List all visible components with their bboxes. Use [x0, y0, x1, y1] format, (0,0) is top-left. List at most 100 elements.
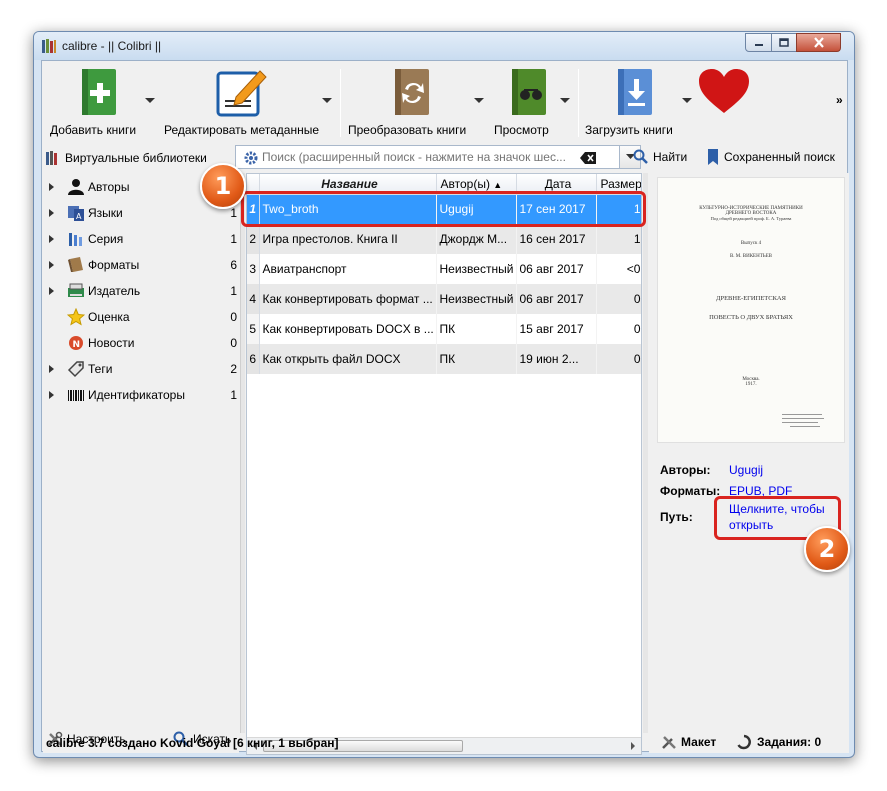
book-author-cell[interactable]: ПК	[436, 314, 517, 344]
splitter-right[interactable]	[643, 173, 648, 733]
book-row[interactable]: 4 Как конвертировать формат ... Неизвестны…	[247, 284, 641, 314]
tag-browser-item-label: Языки	[88, 206, 123, 220]
tag-browser-item[interactable]: Идентификаторы 1	[43, 382, 239, 408]
cover-text-issue: Выпуск 4	[740, 241, 762, 246]
tag-browser-item-label: Издатель	[88, 284, 141, 298]
book-date-cell[interactable]: 06 авг 2017	[516, 254, 597, 284]
book-author-cell[interactable]: Джордж М...	[436, 224, 517, 254]
title-bar[interactable]: calibre - || Colibri ||	[34, 32, 854, 60]
publisher-icon	[67, 282, 85, 300]
book-title-cell[interactable]: Авиатранспорт	[259, 254, 437, 284]
book-date-cell[interactable]: 06 авг 2017	[516, 284, 597, 314]
book-author-cell[interactable]: Неизвестный	[436, 254, 517, 284]
download-books-label[interactable]: Загрузить книги	[585, 123, 673, 137]
book-title-cell[interactable]: Как конвертировать формат ...	[259, 284, 437, 314]
heart-icon	[699, 69, 749, 113]
calibre-window: calibre - || Colibri || Добавить книги Р…	[33, 31, 855, 758]
jobs-button[interactable]: Задания: 0	[736, 734, 821, 750]
tag-browser-item[interactable]: N Новости 0	[43, 330, 239, 356]
tag-browser-item[interactable]: Форматы 6	[43, 252, 239, 278]
book-title-cell[interactable]: Как конвертировать DOCX в ...	[259, 314, 437, 344]
book-author-cell[interactable]: Неизвестный	[436, 284, 517, 314]
toolbar-separator	[578, 69, 579, 137]
book-row[interactable]: 3АвиатранспортНеизвестный06 авг 2017<0.1	[247, 254, 641, 284]
book-date-cell[interactable]: 19 июн 2...	[516, 344, 597, 374]
edit-metadata-menu-arrow[interactable]	[322, 98, 332, 103]
view-book-icon	[512, 69, 546, 115]
maximize-button[interactable]	[771, 33, 797, 52]
tag-browser-item[interactable]: Серия 1	[43, 226, 239, 252]
expand-arrow-icon[interactable]	[49, 391, 54, 399]
tag-browser-item[interactable]: Издатель 1	[43, 278, 239, 304]
cover-text-title: ПОВЕСТЬ О ДВУХ БРАТЬЯХ	[709, 314, 793, 321]
book-row-number[interactable]: 4	[247, 284, 260, 314]
tag-browser: Авторы A Языки 1 Серия 1 Форматы 6 Издатель 1 Оцен…	[43, 173, 239, 753]
convert-books-label[interactable]: Преобразовать книги	[348, 123, 466, 137]
tag-browser-item-label: Серия	[88, 232, 124, 246]
expand-arrow-icon[interactable]	[49, 235, 54, 243]
book-row[interactable]: 5 Как конвертировать DOCX в ... ПК 15 авг 2…	[247, 314, 641, 344]
book-title-cell[interactable]: Игра престолов. Книга II	[259, 224, 437, 254]
svg-text:N: N	[73, 340, 81, 350]
book-size-cell[interactable]: <0.1	[596, 254, 641, 284]
bookmark-icon	[708, 149, 718, 165]
clear-search-icon[interactable]	[580, 152, 596, 164]
download-books-menu-arrow[interactable]	[682, 98, 692, 103]
person-icon	[67, 178, 85, 196]
book-list: Название Автор(ы) ▲ Дата Размер (М 1Two_…	[246, 173, 642, 755]
book-date-cell[interactable]: 16 сен 2017	[516, 224, 597, 254]
book-size-cell[interactable]: 0.1	[596, 314, 641, 344]
tag-browser-item-label: Оценка	[88, 310, 130, 324]
book-size-cell[interactable]: 0.1	[596, 344, 641, 374]
virtual-libraries-button[interactable]: Виртуальные библиотеки	[45, 146, 207, 170]
book-row-number[interactable]: 6	[247, 344, 260, 374]
view-label[interactable]: Просмотр	[494, 123, 549, 137]
close-button[interactable]	[796, 33, 841, 52]
tag-browser-item-count: 1	[230, 284, 237, 298]
edit-metadata-label[interactable]: Редактировать метаданные	[164, 123, 319, 137]
toolbar-overflow-button[interactable]: »	[836, 93, 843, 107]
book-size-cell[interactable]: 1.4	[596, 224, 641, 254]
saved-search-label: Сохраненный поиск	[724, 150, 835, 164]
expand-arrow-icon[interactable]	[49, 183, 54, 191]
cover-text-subtitle: ДРЕВНЕ-ЕГИПЕТСКАЯ	[716, 295, 786, 302]
tag-browser-item[interactable]: Теги 2	[43, 356, 239, 382]
expand-arrow-icon[interactable]	[49, 287, 54, 295]
saved-search-button[interactable]: Сохраненный поиск	[708, 149, 835, 165]
tag-browser-item[interactable]: Оценка 0	[43, 304, 239, 330]
search-field[interactable]	[235, 145, 620, 169]
view-menu-arrow[interactable]	[560, 98, 570, 103]
gear-icon[interactable]	[244, 151, 258, 165]
authors-link[interactable]: Ugugij	[729, 463, 763, 477]
book-author-cell[interactable]: ПК	[436, 344, 517, 374]
expand-arrow-icon[interactable]	[49, 365, 54, 373]
book-date-cell[interactable]: 15 авг 2017	[516, 314, 597, 344]
expand-arrow-icon[interactable]	[49, 261, 54, 269]
minimize-button[interactable]	[745, 33, 772, 52]
cover-text-year: 1917.	[745, 382, 757, 387]
book-row[interactable]: 6Как открыть файл DOCXПК19 июн 2...0.1	[247, 344, 641, 374]
book-row-number[interactable]: 2	[247, 224, 260, 254]
add-books-menu-arrow[interactable]	[145, 98, 155, 103]
layout-label: Макет	[681, 735, 717, 749]
tag-browser-item-count: 6	[230, 258, 237, 272]
book-size-cell[interactable]: 0.1	[596, 284, 641, 314]
layout-button[interactable]: Макет	[661, 734, 716, 750]
book-cover[interactable]: КУЛЬТУРНО-ИСТОРИЧЕСКИЕ ПАМЯТНИКИ ДРЕВНЕГ…	[657, 177, 845, 443]
find-button[interactable]: Найти	[633, 149, 687, 165]
tools-icon	[662, 736, 676, 749]
convert-books-menu-arrow[interactable]	[474, 98, 484, 103]
star-icon	[66, 307, 86, 326]
book-row-number[interactable]: 3	[247, 254, 260, 284]
add-books-label[interactable]: Добавить книги	[50, 123, 136, 137]
tag-browser-item-count: 2	[230, 362, 237, 376]
tag-browser-item-count: 0	[230, 310, 237, 324]
find-label: Найти	[653, 150, 688, 164]
splitter-left[interactable]	[240, 173, 245, 733]
callout-badge-2: 2	[804, 526, 850, 572]
book-title-cell[interactable]: Как открыть файл DOCX	[259, 344, 437, 374]
book-row-number[interactable]: 5	[247, 314, 260, 344]
search-input[interactable]	[262, 149, 577, 165]
expand-arrow-icon[interactable]	[49, 209, 54, 217]
book-row[interactable]: 2 Игра престолов. Книга II Джордж М... 16 с…	[247, 224, 641, 254]
